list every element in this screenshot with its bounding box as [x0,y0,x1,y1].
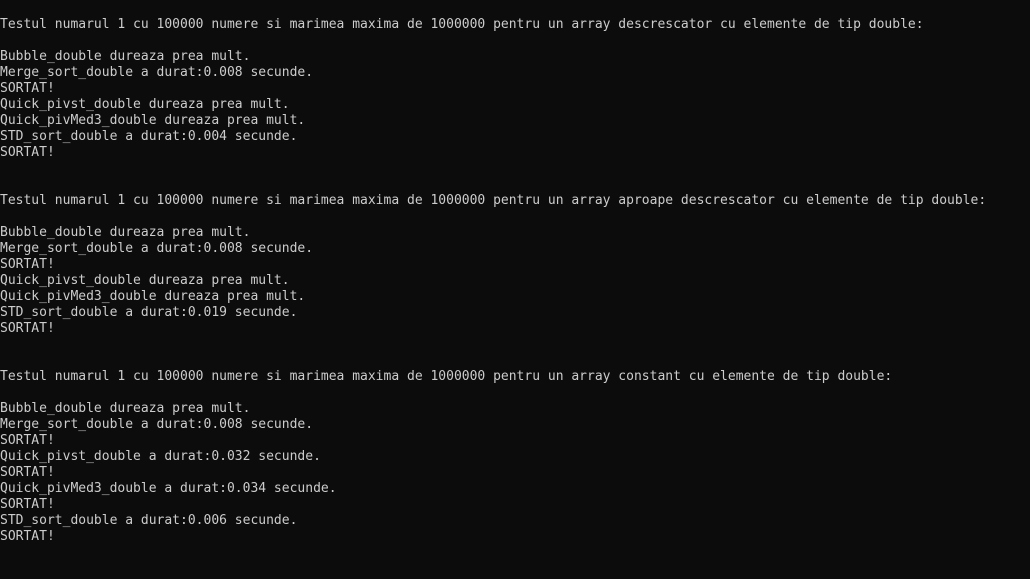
output-line: Bubble_double dureaza prea mult. [0,225,251,240]
sorted-line: SORTAT! [0,81,55,96]
output-line: Merge_sort_double a durat:0.008 secunde. [0,417,314,432]
sorted-line: SORTAT! [0,145,55,160]
output-line: Quick_pivst_double dureaza prea mult. [0,273,290,288]
test-2-header: Testul numarul 1 cu 100000 numere si mar… [0,193,987,208]
output-line: Merge_sort_double a durat:0.008 secunde. [0,65,314,80]
sorted-line: SORTAT! [0,433,55,448]
output-line: Bubble_double dureaza prea mult. [0,49,251,64]
output-line: STD_sort_double a durat:0.006 secunde. [0,513,298,528]
sorted-line: SORTAT! [0,321,55,336]
sorted-line: SORTAT! [0,529,55,544]
test-1-header: Testul numarul 1 cu 100000 numere si mar… [0,17,924,32]
output-line: STD_sort_double a durat:0.004 secunde. [0,129,298,144]
sorted-line: SORTAT! [0,497,55,512]
output-line: Quick_pivMed3_double dureaza prea mult. [0,289,306,304]
sorted-line: SORTAT! [0,257,55,272]
test-3-header: Testul numarul 1 cu 100000 numere si mar… [0,369,893,384]
output-line: Bubble_double dureaza prea mult. [0,401,251,416]
output-line: Quick_pivst_double dureaza prea mult. [0,97,290,112]
output-line: Quick_pivMed3_double a durat:0.034 secun… [0,481,337,496]
sorted-line: SORTAT! [0,465,55,480]
output-line: Merge_sort_double a durat:0.008 secunde. [0,241,314,256]
console-output[interactable]: Testul numarul 1 cu 100000 numere si mar… [0,0,1030,579]
output-line: STD_sort_double a durat:0.019 secunde. [0,305,298,320]
output-line: Quick_pivMed3_double dureaza prea mult. [0,113,306,128]
output-line: Quick_pivst_double a durat:0.032 secunde… [0,449,321,464]
